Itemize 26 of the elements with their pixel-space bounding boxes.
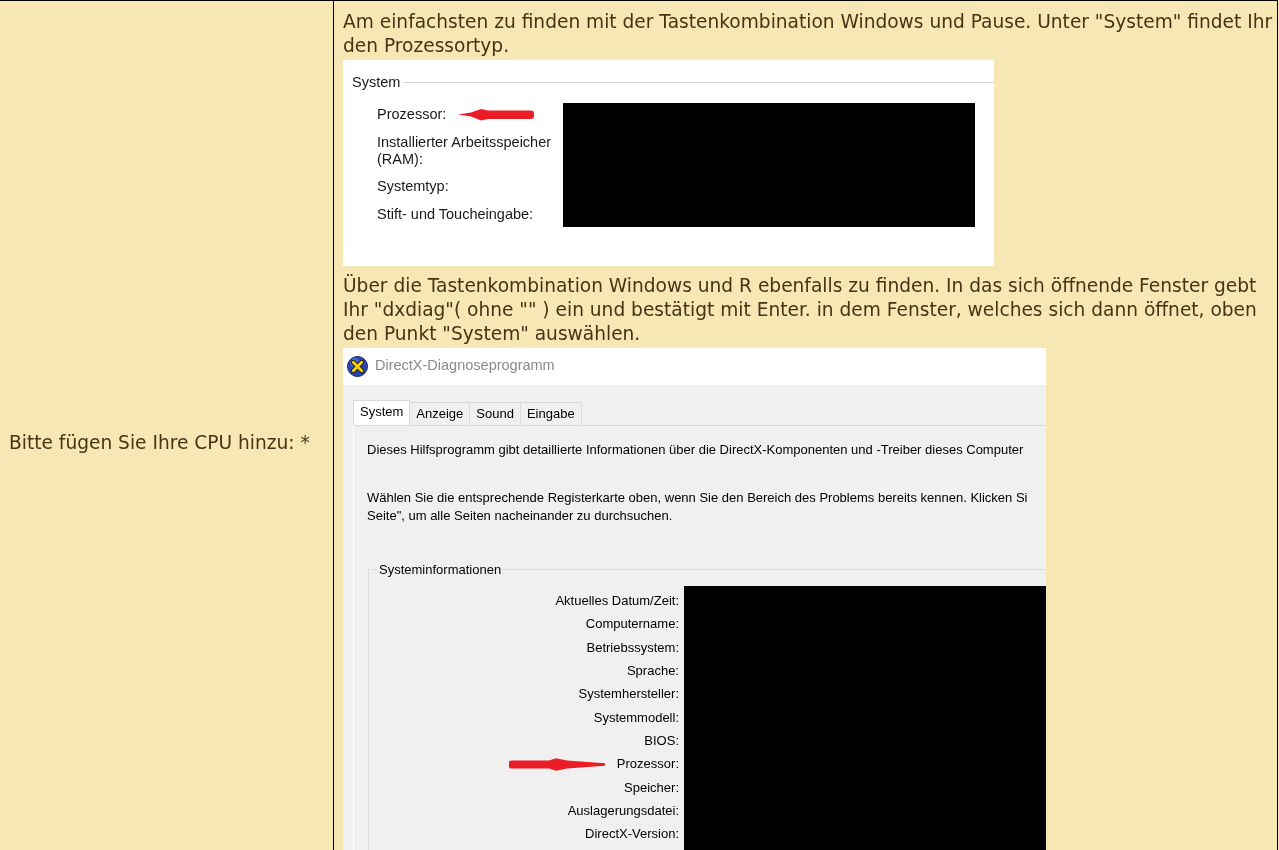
field-label: Betriebssystem: bbox=[586, 639, 679, 656]
field-label: Aktuelles Datum/Zeit: bbox=[555, 593, 679, 610]
field-label: Sprache: bbox=[626, 663, 679, 680]
field-label: DirectX-Version: bbox=[585, 826, 679, 843]
field-label: Computername: bbox=[585, 616, 679, 633]
field-label: BIOS: bbox=[644, 732, 679, 749]
window-title: DirectX-Diagnoseprogramm bbox=[375, 356, 555, 376]
group-title: System bbox=[352, 73, 401, 91]
field-label: Prozessor: bbox=[377, 106, 447, 123]
field-label: Bitte fügen Sie Ihre CPU hinzu: * bbox=[9, 430, 310, 455]
description-text: Seite", um alle Seiten nacheinander zu durchsuchen. bbox=[367, 506, 674, 525]
field-label: Prozessor: bbox=[616, 756, 679, 773]
field-label: Installierter Arbeitsspeicher (RAM): bbox=[377, 133, 553, 168]
field-label: Stift- und Toucheingabe: bbox=[377, 205, 534, 223]
field-label: Speicher: bbox=[624, 779, 679, 796]
field-label: Systemtyp: bbox=[377, 178, 449, 195]
tab[interactable]: Eingabe bbox=[519, 401, 582, 425]
field-label: Systemmodell: bbox=[593, 709, 679, 726]
field-label: Auslagerungsdatei: bbox=[567, 802, 679, 819]
description-text: Dieses Hilfsprogramm gibt detaillierte Informationen über die DirectX-Komponenten und -Treiber dieses Computer bbox=[367, 441, 1025, 458]
instruction-text: Am einfachsten zu finden mit der Tastenkombination Windows und Pause. Unter "System" findet Ihr den Prozessortyp. bbox=[343, 10, 1274, 58]
x-disc-icon bbox=[347, 355, 368, 377]
description-text: Wählen Sie die entsprechende Registerkarte oben, wenn Sie den Bereich des Problems bereits kennen. Klicken Si bbox=[367, 488, 1029, 507]
tab[interactable]: System bbox=[353, 399, 411, 425]
instruction-text: Über die Tastenkombination Windows und R ebenfalls zu finden. In das sich öffnende Fenster gebt Ihr "dxdiag"( ohne "" ) ein und bestätigt mit Enter. in dem Fenster, welches sich dann öffnet, oben den Punkt "System" auswählen. bbox=[343, 273, 1258, 346]
field-label: Systemhersteller: bbox=[578, 686, 679, 703]
